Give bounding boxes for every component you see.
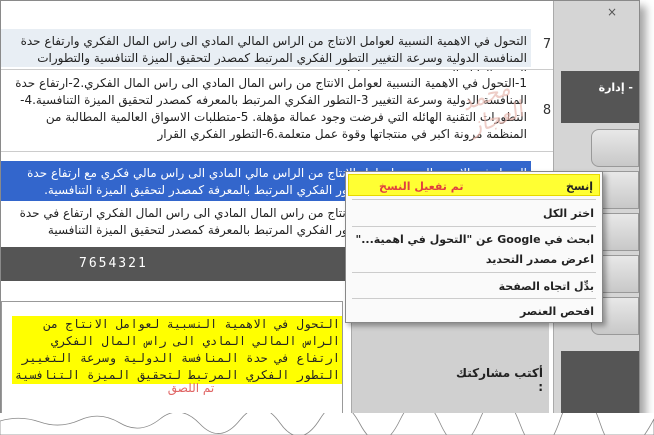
answer-row-8[interactable]: 1-التحول في الاهمية النسبية لعوامل الانت… bbox=[1, 71, 531, 147]
row-divider bbox=[1, 151, 571, 152]
row-divider bbox=[1, 69, 571, 70]
answer-row-7[interactable]: التحول في الاهمية النسبية لعوامل الانتاج… bbox=[1, 29, 531, 82]
menu-item-label: اختر الكل bbox=[543, 207, 594, 220]
sidebar-tab-admin[interactable]: - إدارة bbox=[561, 71, 639, 123]
menu-item-label: ابحث في Google عن "التحول في اهمية..." bbox=[355, 233, 594, 246]
close-icon[interactable]: × bbox=[605, 5, 619, 19]
sidebar-footer-block bbox=[561, 351, 639, 419]
menu-separator bbox=[352, 298, 596, 299]
menu-item-copy[interactable]: إنسخ تم تفعيل النسخ bbox=[348, 174, 600, 196]
menu-item-search-google[interactable]: ابحث في Google عن "التحول في اهمية..." bbox=[348, 228, 600, 250]
sidebar-button[interactable] bbox=[591, 129, 639, 167]
menu-separator bbox=[352, 226, 596, 227]
copy-activated-note: تم تفعيل النسخ bbox=[379, 180, 464, 193]
pasted-text: التحول في الاهمية النسبية لعوامل الانتاج… bbox=[12, 316, 342, 384]
reply-textarea[interactable]: التحول في الاهمية النسبية لعوامل الانتاج… bbox=[1, 301, 343, 419]
write-post-label: أكتب مشاركتك : bbox=[456, 366, 543, 394]
menu-item-inspect-element[interactable]: افحص العنصر bbox=[348, 300, 600, 322]
menu-item-view-selection-source[interactable]: اعرض مصدر التحديد bbox=[348, 248, 600, 270]
menu-item-label: افحص العنصر bbox=[519, 305, 594, 318]
menu-item-label: بدِّل اتجاه الصفحة bbox=[498, 280, 594, 293]
sidebar-tab-label: - إدارة bbox=[598, 81, 633, 94]
pasted-status-label: تم اللصق bbox=[167, 381, 215, 395]
menu-item-select-all[interactable]: اختر الكل bbox=[348, 202, 600, 224]
answer-text: 1-التحول في الاهمية النسبية لعوامل الانت… bbox=[15, 76, 527, 141]
context-menu: إنسخ تم تفعيل النسخ اختر الكل ابحث في Go… bbox=[345, 171, 603, 323]
torn-paper-edge bbox=[0, 413, 654, 435]
captcha-code: 7654321 bbox=[79, 256, 148, 271]
menu-item-switch-direction[interactable]: بدِّل اتجاه الصفحة bbox=[348, 275, 600, 297]
menu-item-label: اعرض مصدر التحديد bbox=[485, 253, 594, 266]
menu-separator bbox=[352, 199, 596, 200]
menu-item-label: إنسخ bbox=[565, 180, 593, 193]
menu-separator bbox=[352, 272, 596, 273]
screenshot-frame: × التحول في الاهمية النسبية لعوامل الانت… bbox=[0, 0, 640, 420]
